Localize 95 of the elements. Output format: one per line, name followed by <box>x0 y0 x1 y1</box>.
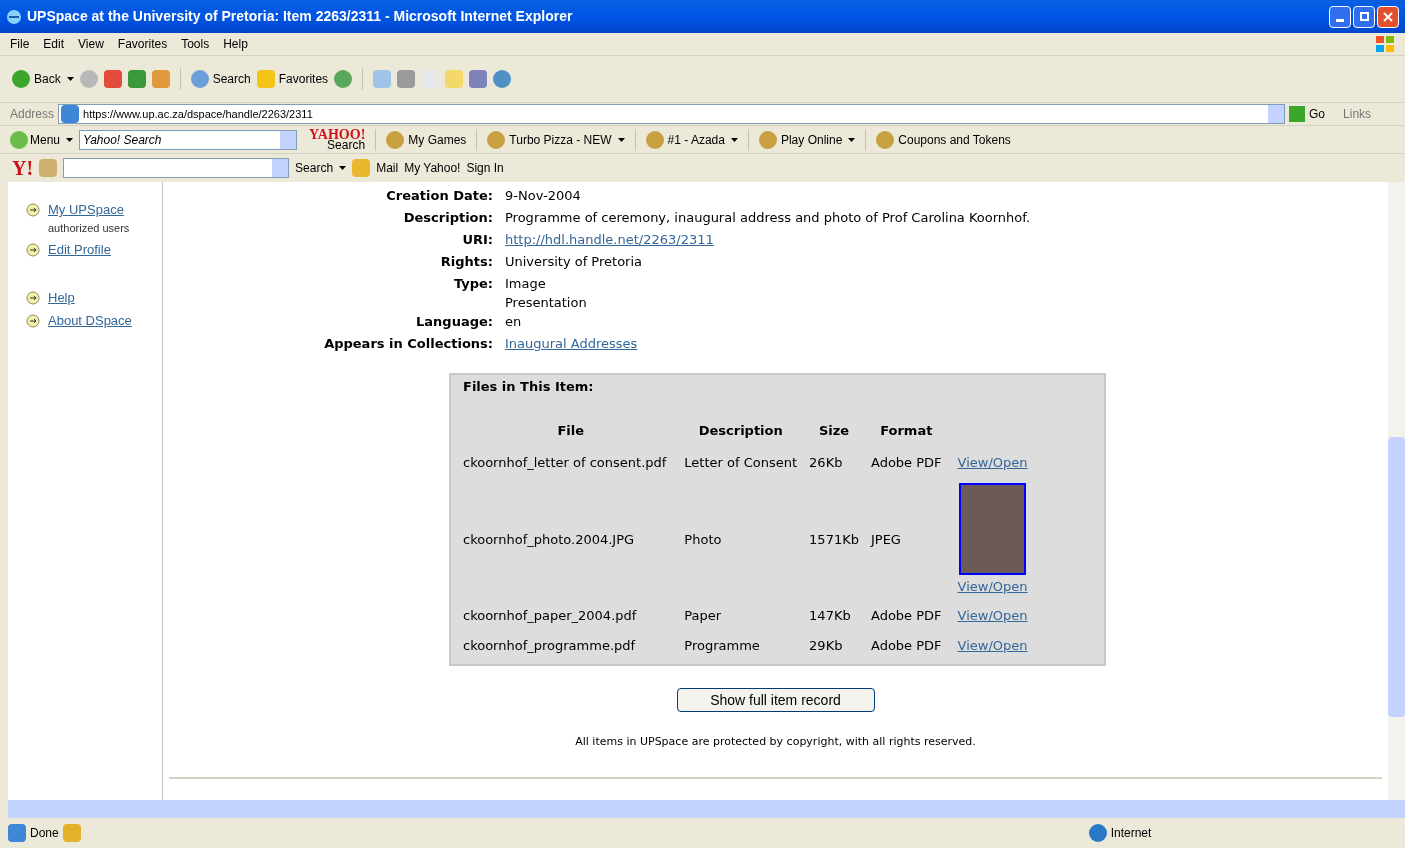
table-cell: ckoornhof_photo.2004.JPG <box>463 531 635 547</box>
table-cell: ckoornhof_paper_2004.pdf <box>463 608 637 623</box>
close-icon <box>1383 11 1393 22</box>
field-label: Type: <box>452 275 494 293</box>
table-cell: Paper <box>684 608 722 623</box>
window-title: UPSpace at the University of Pretoria: Item 2263/2311 - Microsoft Internet Explorer <box>27 7 573 26</box>
table-cell: 26Kb <box>809 455 843 470</box>
column-header: Format <box>880 422 933 438</box>
dropdown-caret-icon[interactable] <box>617 137 625 142</box>
photo-placeholder[interactable] <box>959 482 1027 575</box>
toolbar-item[interactable]: #1 - Azada <box>645 130 725 149</box>
menu-item[interactable]: Tools <box>181 35 210 53</box>
yahoo-search-field[interactable]: Yahoo! Search <box>79 129 298 150</box>
close-button[interactable] <box>1377 5 1399 28</box>
menu-item[interactable]: View <box>78 35 104 53</box>
sidebar-link[interactable]: My UPSpace <box>48 200 130 220</box>
table-cell: Photo <box>684 531 722 547</box>
dropdown-caret-icon[interactable] <box>339 166 347 170</box>
toolbar-item[interactable]: Coupons and Tokens <box>876 130 1011 149</box>
field-label: Description: <box>402 209 494 227</box>
arrow-bullet-icon <box>26 314 40 328</box>
yahoo-search-input[interactable] <box>63 158 290 178</box>
view-open-link[interactable]: View/Open <box>957 453 1028 473</box>
restore-button[interactable] <box>1353 5 1375 28</box>
table-cell: Programme <box>684 637 760 653</box>
field-value: University of Pretoria <box>505 253 642 271</box>
sidebar-link[interactable]: Help <box>48 287 75 307</box>
search-button[interactable]: Search <box>295 159 334 177</box>
field-value: 9-Nov-2004 <box>505 187 581 205</box>
field-value: en <box>505 313 522 331</box>
table-cell: Adobe PDF <box>870 608 942 623</box>
toolbar-link[interactable]: Mail <box>376 159 399 177</box>
toolbar-link[interactable]: Sign In <box>466 159 504 177</box>
files-title: Files in This Item: <box>463 378 595 396</box>
horizontal-scrollbar[interactable] <box>8 800 1405 818</box>
sidebar-link[interactable]: Edit Profile <box>48 240 111 260</box>
toolbar-item[interactable]: Play Online <box>758 130 843 149</box>
sidebar-note: authorized users <box>48 220 130 236</box>
table-cell: 1571Kb <box>809 531 859 547</box>
show-full-record-button[interactable]: Show full item record <box>676 688 875 712</box>
dropdown-caret-icon[interactable] <box>66 137 74 142</box>
table-cell: 147Kb <box>809 608 851 623</box>
vertical-scrollbar[interactable] <box>1388 182 1405 800</box>
field-label: Appears in Collections: <box>323 335 494 353</box>
yahoo-search-logo[interactable]: YAHOO! Search <box>309 129 366 150</box>
sidebar-link[interactable]: About DSpace <box>48 311 132 331</box>
menu-button[interactable]: Menu <box>10 130 61 149</box>
search-button[interactable]: Search <box>190 70 251 88</box>
menu-item[interactable]: Favorites <box>117 35 168 53</box>
field-value: Image <box>505 275 547 293</box>
table-cell: 29Kb <box>809 637 843 653</box>
table-cell: Adobe PDF <box>870 455 942 470</box>
view-open-link[interactable]: View/Open <box>957 635 1028 655</box>
address-label: Address <box>10 106 55 123</box>
go-button[interactable]: Go <box>1289 105 1326 123</box>
column-header: File <box>557 422 584 438</box>
minimize-button[interactable] <box>1329 5 1351 28</box>
menu-item[interactable]: Help <box>223 35 248 53</box>
table-cell: ckoornhof_programme.pdf <box>463 637 636 653</box>
toolbar-item[interactable]: My Games <box>386 130 467 149</box>
arrow-bullet-icon <box>26 243 40 257</box>
back-button[interactable]: Back <box>12 70 61 88</box>
arrow-bullet-icon <box>26 203 40 217</box>
toolbar-item[interactable]: Turbo Pizza - NEW <box>487 130 612 149</box>
table-cell: ckoornhof_letter of consent.pdf <box>463 455 667 470</box>
view-open-link[interactable]: View/Open <box>957 576 1028 596</box>
column-header: Size <box>818 422 850 438</box>
field-label: URI: <box>461 231 494 249</box>
arrow-bullet-icon <box>26 290 40 305</box>
table-cell: JPEG <box>870 531 901 547</box>
field-value: Programme of ceremony, inaugural address and photo of Prof Carolina Koornhof. <box>505 209 1031 227</box>
dropdown-caret-icon[interactable] <box>66 77 74 81</box>
menu-item[interactable]: File <box>10 35 30 53</box>
favorites-button[interactable]: Favorites <box>256 70 329 88</box>
copyright-notice: All items in UPSpace are protected by copyright, with all rights reserved. <box>574 734 977 750</box>
menu-item[interactable]: Edit <box>43 35 65 53</box>
toolbar-link[interactable]: My Yahoo! <box>404 159 461 177</box>
links-label[interactable]: Links <box>1343 105 1372 123</box>
field-value: Presentation <box>505 295 587 311</box>
view-open-link[interactable]: View/Open <box>957 606 1028 626</box>
field-label: Rights: <box>439 253 494 271</box>
status-text: Done <box>30 825 59 842</box>
column-header: Description <box>698 422 783 438</box>
dropdown-caret-icon[interactable] <box>848 137 856 142</box>
security-zone: Internet <box>1110 825 1152 842</box>
field-label: Creation Date: <box>385 187 494 205</box>
yahoo-logo[interactable]: Y! <box>12 153 34 183</box>
table-cell: Letter of Consent <box>684 455 798 470</box>
address-field[interactable]: https://www.up.ac.za/dspace/handle/2263/2311 <box>58 104 1286 124</box>
field-link[interactable]: http://hdl.handle.net/2263/2311 <box>505 229 714 251</box>
dropdown-caret-icon[interactable] <box>730 137 738 142</box>
windows-logo-icon <box>1375 35 1395 53</box>
field-link[interactable]: Inaugural Addresses <box>505 333 638 355</box>
field-label: Language: <box>415 313 494 331</box>
table-cell: Adobe PDF <box>870 637 942 653</box>
